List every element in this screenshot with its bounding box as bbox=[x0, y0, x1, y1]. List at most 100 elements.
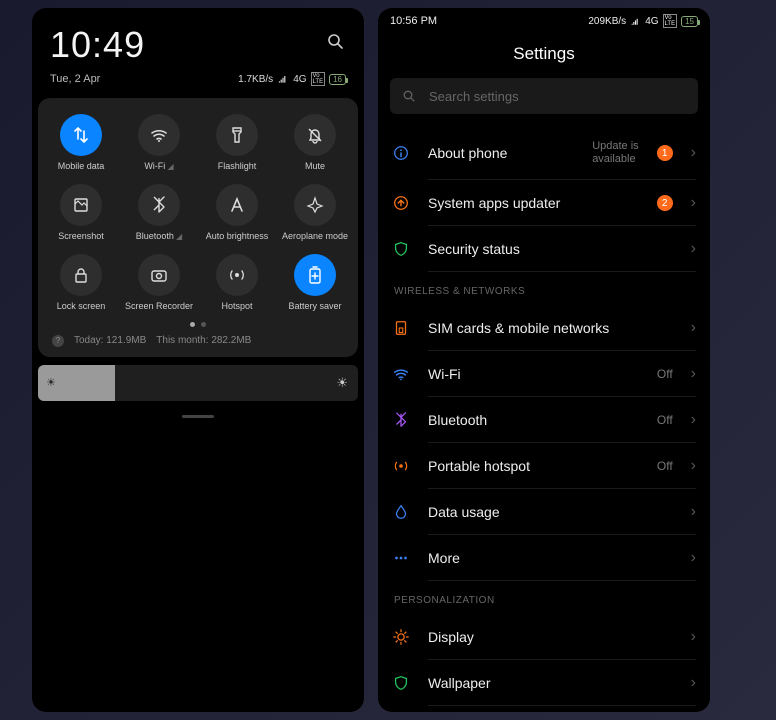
screenshot-icon bbox=[60, 184, 102, 226]
camera-icon bbox=[138, 254, 180, 296]
page-dot-active bbox=[190, 322, 195, 327]
tile-screenshot[interactable]: Screenshot bbox=[44, 184, 118, 242]
volte-badge: VoLTE bbox=[311, 72, 326, 86]
data-usage-row[interactable]: ? Today: 121.9MB This month: 282.2MB bbox=[44, 335, 352, 347]
row-bluetooth[interactable]: BluetoothOff› bbox=[378, 397, 710, 443]
date: Tue, 2 Apr bbox=[50, 73, 100, 85]
page-title: Settings bbox=[378, 34, 710, 78]
page-dot bbox=[201, 322, 206, 327]
wifi-icon bbox=[138, 114, 180, 156]
tile-plane[interactable]: Aeroplane mode bbox=[278, 184, 352, 242]
row-meta: Update is available bbox=[592, 140, 638, 166]
row-value: Off bbox=[657, 367, 673, 381]
bluetooth-icon bbox=[392, 411, 410, 429]
page-indicator[interactable] bbox=[44, 322, 352, 327]
row-system-apps-updater[interactable]: System apps updater2› bbox=[378, 180, 710, 226]
help-icon: ? bbox=[52, 335, 64, 347]
tile-label: Hotspot bbox=[221, 302, 252, 312]
net-speed: 1.7KB/s bbox=[238, 74, 273, 85]
tile-label: Screenshot bbox=[58, 232, 104, 242]
brightness-high-icon: ☀ bbox=[336, 375, 348, 391]
chevron-right-icon: › bbox=[691, 503, 696, 521]
tile-arrows-updown[interactable]: Mobile data bbox=[44, 114, 118, 172]
tile-flashlight[interactable]: Flashlight bbox=[200, 114, 274, 172]
flashlight-icon bbox=[216, 114, 258, 156]
search-icon[interactable] bbox=[326, 32, 346, 52]
net-type: 4G bbox=[293, 74, 306, 85]
tile-bell-off[interactable]: Mute bbox=[278, 114, 352, 172]
lock-icon bbox=[60, 254, 102, 296]
row-sim-cards-mobile-networks[interactable]: SIM cards & mobile networks › bbox=[378, 305, 710, 351]
signal-icon bbox=[630, 16, 641, 27]
row-label: Data usage bbox=[428, 504, 673, 520]
tile-battery-plus[interactable]: Battery saver bbox=[278, 254, 352, 312]
chevron-right-icon: › bbox=[691, 411, 696, 429]
chevron-right-icon: › bbox=[691, 194, 696, 212]
tile-wifi[interactable]: Wi-Fi ◢ bbox=[122, 114, 196, 172]
tile-label: Bluetooth ◢ bbox=[136, 232, 182, 242]
row-portable-hotspot[interactable]: Portable hotspot Off › bbox=[378, 443, 710, 489]
row-data-usage[interactable]: Data usage › bbox=[378, 489, 710, 535]
tile-label: Battery saver bbox=[288, 302, 341, 312]
tile-label: Screen Recorder bbox=[125, 302, 193, 312]
tile-label: Lock screen bbox=[57, 302, 106, 312]
search-input[interactable]: Search settings bbox=[390, 78, 698, 114]
battery-indicator: 15 bbox=[681, 16, 698, 27]
chevron-right-icon: › bbox=[691, 319, 696, 337]
sim-icon bbox=[392, 319, 410, 337]
plane-icon bbox=[294, 184, 336, 226]
row-about-phone[interactable]: About phoneUpdate is available1› bbox=[378, 126, 710, 180]
quick-settings-screen: 10:49 Tue, 2 Apr 1.7KB/s 4G VoLTE 16 Mob… bbox=[32, 8, 364, 712]
row-label: Display bbox=[428, 629, 673, 645]
row-value: Off bbox=[657, 459, 673, 473]
tile-label: Mobile data bbox=[58, 162, 105, 172]
tile-letter-a[interactable]: Auto brightness bbox=[200, 184, 274, 242]
search-icon bbox=[402, 89, 417, 104]
battery-plus-icon bbox=[294, 254, 336, 296]
arrow-up-icon bbox=[392, 194, 410, 212]
settings-screen: 10:56 PM 209KB/s 4G VoLTE 15 Settings Se… bbox=[378, 8, 710, 712]
tile-label: Auto brightness bbox=[206, 232, 269, 242]
quick-settings-panel: Mobile data Wi-Fi ◢FlashlightMute Screensh… bbox=[38, 98, 358, 357]
dots-icon bbox=[392, 549, 410, 567]
row-label: Wi-Fi bbox=[428, 366, 639, 382]
row-wallpaper[interactable]: Wallpaper› bbox=[378, 660, 710, 706]
arrows-updown-icon bbox=[60, 114, 102, 156]
drop-icon bbox=[392, 503, 410, 521]
row-more[interactable]: More› bbox=[378, 535, 710, 581]
chevron-right-icon: › bbox=[691, 674, 696, 692]
clock: 10:56 PM bbox=[390, 15, 437, 27]
brightness-slider[interactable]: ☀ ☀ bbox=[38, 365, 358, 401]
chevron-right-icon: › bbox=[691, 457, 696, 475]
tile-label: Aeroplane mode bbox=[282, 232, 348, 242]
row-label: Security status bbox=[428, 241, 673, 257]
tile-hotspot[interactable]: Hotspot bbox=[200, 254, 274, 312]
hotspot-icon bbox=[392, 457, 410, 475]
row-display[interactable]: Display › bbox=[378, 614, 710, 660]
signal-icon bbox=[277, 73, 289, 85]
chevron-right-icon: › bbox=[691, 144, 696, 162]
status-bar: 10:56 PM 209KB/s 4G VoLTE 15 bbox=[378, 8, 710, 34]
hotspot-icon bbox=[216, 254, 258, 296]
net-speed: 209KB/s bbox=[588, 16, 626, 27]
drag-handle[interactable] bbox=[182, 415, 214, 418]
row-label: More bbox=[428, 550, 673, 566]
status-indicators: 1.7KB/s 4G VoLTE 16 bbox=[238, 72, 346, 86]
shield-icon bbox=[392, 674, 410, 692]
tile-bluetooth[interactable]: Bluetooth ◢ bbox=[122, 184, 196, 242]
bluetooth-icon bbox=[138, 184, 180, 226]
chevron-right-icon: › bbox=[691, 240, 696, 258]
bell-off-icon bbox=[294, 114, 336, 156]
brightness-low-icon: ☀ bbox=[46, 376, 56, 389]
row-security-status[interactable]: Security status › bbox=[378, 226, 710, 272]
battery-indicator: 16 bbox=[329, 74, 346, 85]
tile-camera[interactable]: Screen Recorder bbox=[122, 254, 196, 312]
row-label: Bluetooth bbox=[428, 412, 639, 428]
row-wi-fi[interactable]: Wi-FiOff› bbox=[378, 351, 710, 397]
row-label: About phone bbox=[428, 145, 574, 161]
tile-lock[interactable]: Lock screen bbox=[44, 254, 118, 312]
row-label: SIM cards & mobile networks bbox=[428, 320, 673, 336]
sun-icon bbox=[392, 628, 410, 646]
chevron-right-icon: › bbox=[691, 628, 696, 646]
row-label: Portable hotspot bbox=[428, 458, 639, 474]
